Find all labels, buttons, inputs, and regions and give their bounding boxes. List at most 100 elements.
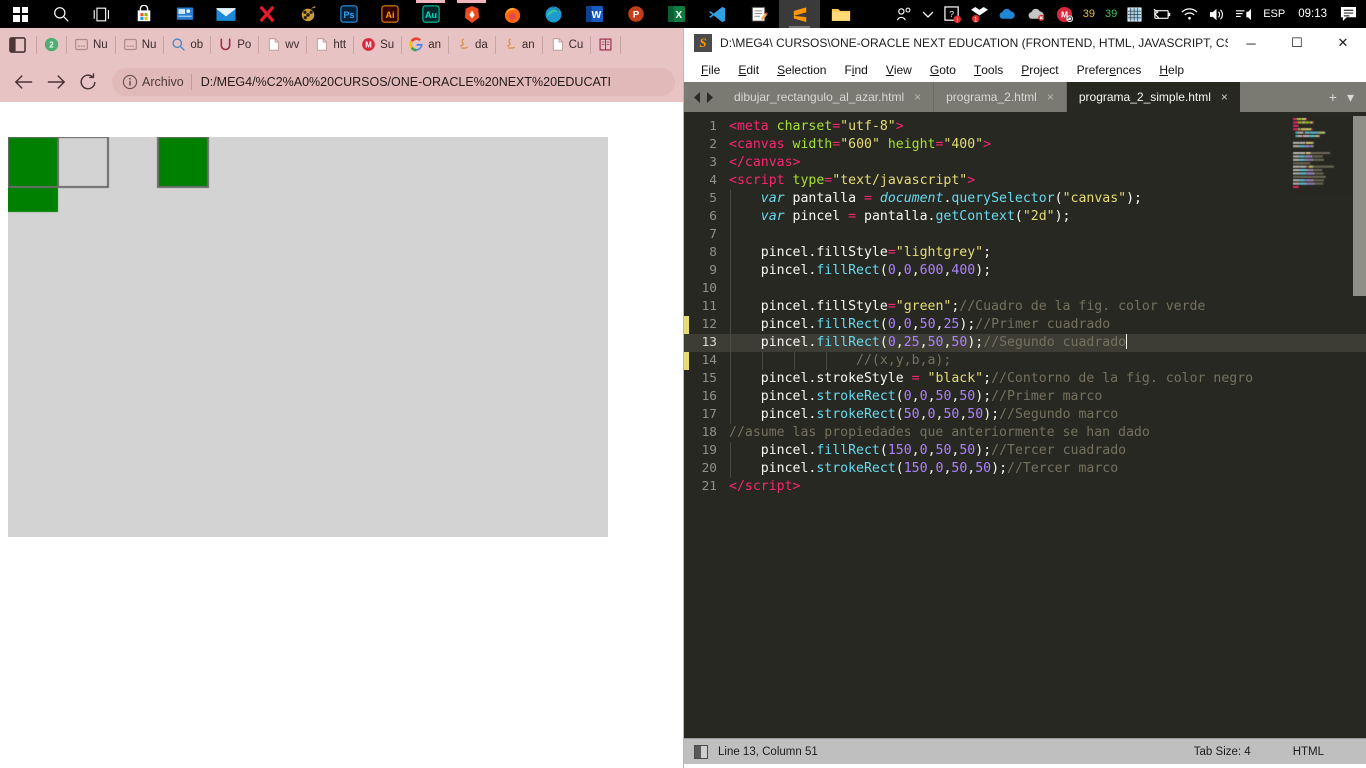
code-line[interactable]: 11 pincel.fillStyle="green";//Cuadro de …: [684, 298, 1366, 316]
menu-item-project[interactable]: Project: [1012, 58, 1067, 82]
bookmark-item[interactable]: an: [404, 28, 446, 61]
forward-arrow-icon[interactable]: [40, 66, 72, 98]
remote-desktop-icon[interactable]: [164, 0, 205, 28]
media-player-icon[interactable]: [287, 0, 328, 28]
code-line[interactable]: 7: [684, 226, 1366, 244]
menu-item-find[interactable]: Fi nd: [835, 58, 876, 82]
code-line[interactable]: 19 pincel.fillRect(150,0,50,50);//Tercer…: [684, 442, 1366, 460]
syntax-label[interactable]: HTML: [1293, 746, 1366, 758]
bookmark-item[interactable]: wv: [261, 28, 304, 61]
close-tab-icon[interactable]: ×: [1221, 90, 1228, 104]
search-icon[interactable]: [41, 0, 82, 28]
editor-tab[interactable]: programa_2.html ×: [934, 82, 1067, 112]
code-line[interactable]: 10: [684, 280, 1366, 298]
onedrive-paused-icon[interactable]: [1022, 0, 1051, 28]
show-hidden-icons-chevron[interactable]: [917, 0, 939, 28]
dropbox-icon[interactable]: 1: [966, 0, 993, 28]
battery-icon[interactable]: [1147, 0, 1176, 28]
code-line[interactable]: 4 <script type="text/javascript">: [684, 172, 1366, 190]
close-button[interactable]: ✕: [1320, 28, 1366, 58]
code-line[interactable]: 12 pincel.fillRect(0,0,50,25);//Primer c…: [684, 316, 1366, 334]
sublime-text-icon[interactable]: [779, 0, 820, 28]
editor-minimap[interactable]: [1291, 116, 1353, 196]
keyboard-layout-icon[interactable]: [1122, 0, 1147, 28]
code-line[interactable]: 13 pincel.fillRect(0,25,50,50);//Segundo…: [684, 334, 1366, 352]
update-badge-green[interactable]: 39: [1100, 0, 1122, 28]
code-line[interactable]: 2 <canvas width="600" height="400">: [684, 136, 1366, 154]
mega-icon[interactable]: M: [1051, 0, 1078, 28]
menu-item-goto[interactable]: Goto: [921, 58, 965, 82]
code-editor[interactable]: 1 <meta charset="utf-8"> 2 <canvas width="6…: [684, 112, 1366, 738]
bookmark-item[interactable]: Cu: [545, 28, 589, 61]
action-center-icon[interactable]: [1335, 0, 1362, 28]
bookmark-item[interactable]: htt: [309, 28, 351, 61]
notepad-icon[interactable]: [738, 0, 779, 28]
menu-item-help[interactable]: Help: [1150, 58, 1193, 82]
code-line[interactable]: 5 var pantalla = document.querySelector(…: [684, 190, 1366, 208]
sidebar-toggle-icon[interactable]: [694, 744, 708, 759]
bookmark-item[interactable]: Nu: [118, 28, 162, 61]
microsoft-store-icon[interactable]: [123, 0, 164, 28]
code-line[interactable]: 6 var pincel = pantalla.getContext("2d")…: [684, 208, 1366, 226]
bookmark-item[interactable]: ob: [166, 28, 208, 61]
language-indicator[interactable]: ESP: [1258, 0, 1290, 28]
page-info-icon[interactable]: [118, 74, 142, 90]
audio-output-icon[interactable]: [1230, 0, 1258, 28]
tab-size-label[interactable]: Tab Size: 4: [1194, 746, 1293, 758]
photoshop-icon[interactable]: Ps: [328, 0, 369, 28]
bookmark-item[interactable]: M Su: [356, 28, 399, 61]
firefox-icon[interactable]: [492, 0, 533, 28]
tab-overflow-menu-icon[interactable]: ▾: [1347, 89, 1354, 106]
code-line[interactable]: 21 </script>: [684, 478, 1366, 496]
bookmark-item[interactable]: da: [451, 28, 493, 61]
x-app-icon[interactable]: [246, 0, 287, 28]
menu-item-tools[interactable]: Tools: [965, 58, 1012, 82]
people-icon[interactable]: [891, 0, 917, 28]
file-explorer-icon[interactable]: [820, 0, 861, 28]
bookmark-item[interactable]: an: [498, 28, 540, 61]
close-tab-icon[interactable]: ×: [1047, 90, 1054, 104]
menu-item-edit[interactable]: Edit: [729, 58, 768, 82]
code-line[interactable]: 14 //(x,y,b,a);: [684, 352, 1366, 370]
close-tab-icon[interactable]: ×: [914, 90, 921, 104]
tab-scroll-arrows[interactable]: [684, 82, 722, 112]
bookmark-item[interactable]: [593, 28, 618, 61]
editor-tab[interactable]: programa_2_simple.html ×: [1066, 82, 1240, 112]
screenshot-tool-icon[interactable]: ? !: [939, 0, 966, 28]
address-bar[interactable]: Archivo D:/MEG4/%C2%A0%20CURSOS/ONE-ORAC…: [112, 67, 675, 96]
drawing-canvas[interactable]: [8, 137, 608, 537]
menu-item-preferences[interactable]: Prefer e nces: [1068, 58, 1151, 82]
vscode-icon[interactable]: [697, 0, 738, 28]
start-button[interactable]: [0, 0, 41, 28]
edge-icon[interactable]: [533, 0, 574, 28]
editor-tab[interactable]: dibujar_rectangulo_al_azar.html ×: [722, 82, 935, 112]
taskbar-clock[interactable]: 09:13: [1290, 8, 1335, 21]
wifi-icon[interactable]: [1176, 0, 1203, 28]
task-view-icon[interactable]: [82, 0, 123, 28]
code-line[interactable]: 15 pincel.strokeStyle = "black";//Contor…: [684, 370, 1366, 388]
bookmark-item[interactable]: Nu: [69, 28, 113, 61]
mail-icon[interactable]: [205, 0, 246, 28]
volume-icon[interactable]: [1203, 0, 1230, 28]
code-line[interactable]: 17 pincel.strokeRect(50,0,50,50);//Segun…: [684, 406, 1366, 424]
code-line[interactable]: 8 pincel.fillStyle="lightgrey";: [684, 244, 1366, 262]
brave-icon[interactable]: [451, 0, 492, 28]
minimize-button[interactable]: ─: [1228, 28, 1274, 58]
new-tab-button[interactable]: +: [1329, 89, 1337, 105]
menu-item-selection[interactable]: Selection: [768, 58, 835, 82]
editor-scrollbar[interactable]: [1353, 116, 1366, 296]
back-arrow-icon[interactable]: [8, 66, 40, 98]
reload-icon[interactable]: [72, 66, 104, 98]
code-line[interactable]: 1 <meta charset="utf-8">: [684, 118, 1366, 136]
side-panel-toggle-button[interactable]: [0, 28, 34, 61]
code-line[interactable]: 9 pincel.fillRect(0,0,600,400);: [684, 262, 1366, 280]
onedrive-icon[interactable]: [993, 0, 1022, 28]
maximize-button[interactable]: ☐: [1274, 28, 1320, 58]
code-line[interactable]: 20 pincel.strokeRect(150,0,50,50);//Terc…: [684, 460, 1366, 478]
menu-item-view[interactable]: View: [877, 58, 921, 82]
audition-icon[interactable]: Au: [410, 0, 451, 28]
word-icon[interactable]: W: [574, 0, 615, 28]
bookmark-item[interactable]: Po: [213, 28, 256, 61]
bookmark-folder-badge[interactable]: 2: [39, 28, 64, 61]
excel-icon[interactable]: X: [656, 0, 697, 28]
